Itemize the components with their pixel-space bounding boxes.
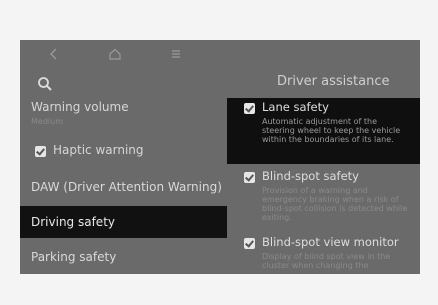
home-icon[interactable]: [107, 46, 123, 62]
option-blind-spot-view-monitor[interactable]: Blind-spot view monitor Display of blind…: [227, 233, 420, 274]
panel-title: Driver assistance: [277, 74, 390, 89]
option-blind-spot-safety[interactable]: Blind-spot safety Provision of a warning…: [227, 167, 420, 231]
warning-volume-label[interactable]: Warning volume: [31, 100, 129, 114]
option-description: Provision of a warning and emergency bra…: [262, 186, 408, 222]
option-description: Automatic adjustment of the steering whe…: [262, 117, 401, 144]
option-description: Display of blind spot view in the cluste…: [262, 252, 391, 270]
settings-menu: Warning volume Medium Haptic warning DAW…: [20, 68, 227, 274]
search-icon[interactable]: [37, 76, 53, 92]
option-title: Blind-spot view monitor: [262, 235, 399, 249]
warning-volume-value: Medium: [31, 117, 63, 126]
haptic-warning-checkbox[interactable]: [35, 146, 46, 157]
menu-item-parking-safety[interactable]: Parking safety: [20, 241, 227, 273]
option-title: Lane safety: [262, 100, 329, 114]
blind-spot-view-monitor-checkbox[interactable]: [244, 238, 255, 249]
menu-icon[interactable]: [168, 46, 184, 62]
option-title: Blind-spot safety: [262, 169, 359, 183]
option-lane-safety[interactable]: Lane safety Automatic adjustment of the …: [227, 98, 420, 164]
lane-safety-checkbox[interactable]: [244, 103, 255, 114]
blind-spot-safety-checkbox[interactable]: [244, 172, 255, 183]
top-bar: [20, 40, 420, 68]
haptic-warning-label[interactable]: Haptic warning: [53, 143, 144, 157]
chevron-left-icon[interactable]: [46, 46, 62, 62]
driver-assistance-panel: Driver assistance Lane safety Automatic …: [227, 68, 420, 274]
menu-item-daw[interactable]: DAW (Driver Attention Warning): [20, 171, 227, 203]
infotainment-screen: Warning volume Medium Haptic warning DAW…: [20, 40, 420, 274]
menu-item-driving-safety[interactable]: Driving safety: [20, 206, 227, 238]
